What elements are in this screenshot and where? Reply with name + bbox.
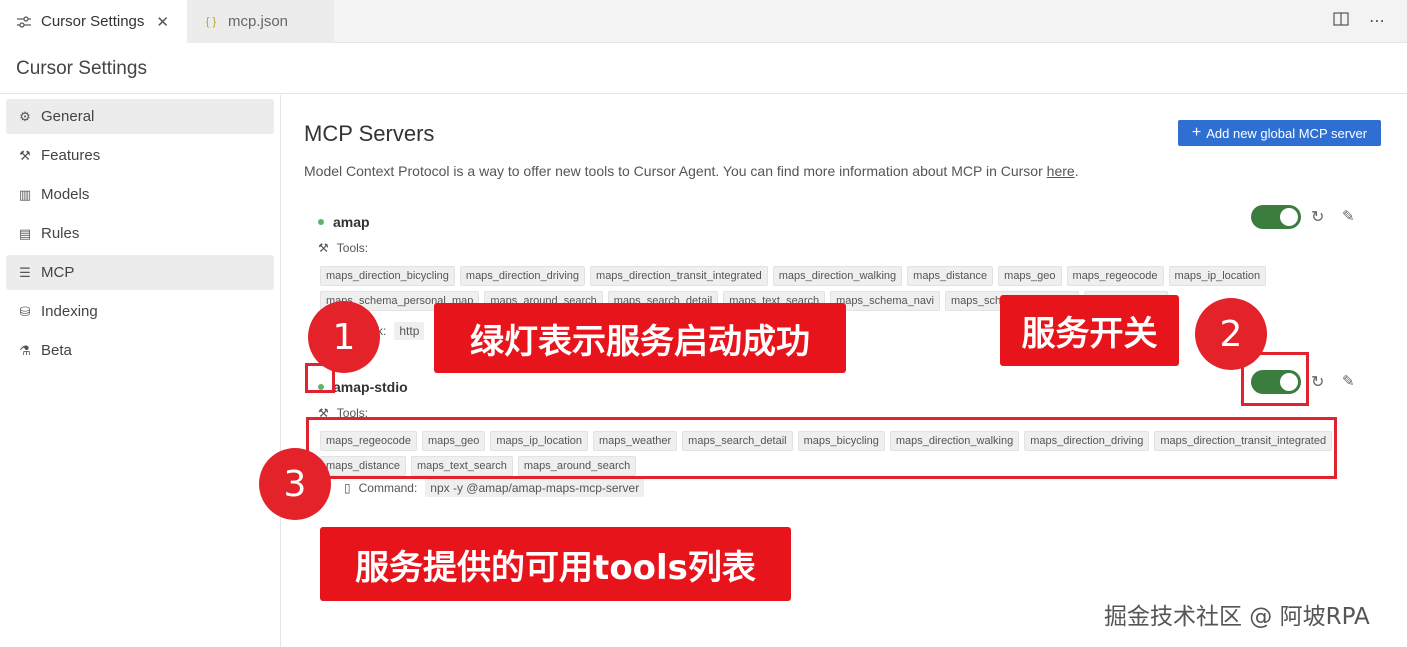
sidebar-item-label: Features: [41, 147, 101, 164]
more-actions-icon[interactable]: ⋯: [1369, 13, 1385, 31]
tab-cursor-settings[interactable]: Cursor Settings ✕: [0, 0, 187, 43]
editor-actions: ⋯: [1333, 11, 1385, 32]
tool-chip: maps_direction_bicycling: [320, 266, 455, 286]
annotation-badge-3: 3: [259, 448, 331, 520]
server-name: amap: [333, 214, 370, 230]
sidebar-item-features[interactable]: ⚒ Features: [6, 138, 274, 173]
settings-sliders-icon: [16, 15, 32, 28]
sidebar-item-label: Models: [41, 186, 90, 203]
sidebar-item-label: Indexing: [41, 303, 98, 320]
plus-icon: +: [1191, 124, 1202, 141]
tools-icon: ⚒: [19, 147, 31, 163]
tools-label: ⚒ Tools:: [318, 241, 368, 255]
sidebar-item-general[interactable]: ⚙ General: [6, 99, 274, 134]
annotation-callout-tools: 服务提供的可用tools列表: [320, 527, 791, 601]
sidebar-item-label: Beta: [41, 342, 72, 359]
server-name: amap-stdio: [333, 379, 408, 395]
tool-chip: maps_ip_location: [1168, 266, 1267, 286]
tool-chip: maps_direction_driving: [459, 266, 586, 286]
json-braces-icon: { }: [205, 15, 217, 28]
sidebar-item-beta[interactable]: ⚗ Beta: [6, 333, 274, 368]
command-label: Command:: [358, 481, 418, 495]
sidebar: ⚙ General ⚒ Features ▥ Models ▤ Rules ☰ …: [0, 95, 281, 647]
refresh-icon[interactable]: ↻: [1311, 372, 1324, 392]
edit-icon[interactable]: ✎: [1342, 372, 1355, 390]
description-text: Model Context Protocol is a way to offer…: [304, 163, 1047, 179]
tools-icon: ⚒: [318, 241, 329, 255]
server-icon: ☰: [19, 264, 31, 280]
tool-chip: maps_direction_walking: [772, 266, 903, 286]
terminal-icon: ▯: [344, 481, 351, 495]
sidebar-item-label: MCP: [41, 264, 75, 281]
sidebar-item-label: General: [41, 108, 95, 125]
sidebar-item-rules[interactable]: ▤ Rules: [6, 216, 274, 251]
annotation-badge-1: 1: [308, 301, 380, 373]
close-icon[interactable]: ✕: [156, 13, 169, 31]
edit-icon[interactable]: ✎: [1342, 207, 1355, 225]
tool-chip: maps_distance: [907, 266, 994, 286]
description-end: .: [1074, 163, 1079, 179]
document-icon: ▤: [18, 225, 32, 241]
tab-label: Cursor Settings: [41, 13, 145, 30]
split-editor-icon[interactable]: [1333, 11, 1349, 32]
tool-chip: maps_regeocode: [1066, 266, 1164, 286]
tab-mcp-json[interactable]: { } mcp.json: [187, 0, 334, 43]
command-value: npx -y @amap/amap-maps-mcp-server: [425, 479, 645, 497]
sidebar-item-models[interactable]: ▥ Models: [6, 177, 274, 212]
here-link[interactable]: here: [1047, 163, 1075, 179]
server-name-row: amap: [318, 214, 370, 230]
tool-chip: maps_geo: [998, 266, 1062, 286]
watermark: 掘金技术社区 @ 阿坡RPA: [1104, 604, 1370, 630]
description: Model Context Protocol is a way to offer…: [304, 163, 1079, 179]
refresh-icon[interactable]: ↻: [1311, 207, 1324, 227]
annotation-callout-switch: 服务开关: [1000, 295, 1179, 366]
tab-bar: Cursor Settings ✕ { } mcp.json ⋯: [0, 0, 1407, 43]
bar-chart-icon: ▥: [18, 186, 32, 202]
sidebar-item-label: Rules: [41, 225, 80, 242]
tab-label: mcp.json: [228, 13, 289, 30]
gear-icon: ⚙: [19, 108, 31, 124]
link-value: http: [394, 322, 425, 340]
status-dot-icon: [318, 219, 324, 225]
flask-icon: ⚗: [19, 342, 31, 358]
annotation-callout-green-light: 绿灯表示服务启动成功: [434, 303, 846, 373]
add-mcp-server-label: Add new global MCP server: [1206, 125, 1368, 141]
tool-chip: maps_direction_transit_integrated: [590, 266, 768, 286]
section-title: MCP Servers: [304, 121, 435, 146]
annotation-badge-2: 2: [1195, 298, 1267, 370]
page-title: Cursor Settings: [0, 44, 1407, 94]
tool-chip: maps_schema_navi: [830, 291, 940, 311]
command-row: ▯ Command: npx -y @amap/amap-maps-mcp-se…: [344, 479, 645, 497]
server-toggle[interactable]: [1251, 205, 1301, 229]
add-mcp-server-button[interactable]: + Add new global MCP server: [1178, 120, 1381, 146]
tools-label-text: Tools:: [336, 241, 369, 255]
annotation-box-tools: [306, 417, 1337, 479]
sidebar-item-mcp[interactable]: ☰ MCP: [6, 255, 274, 290]
database-icon: ⛁: [19, 303, 31, 319]
toggle-knob: [1280, 208, 1298, 226]
sidebar-item-indexing[interactable]: ⛁ Indexing: [6, 294, 274, 329]
